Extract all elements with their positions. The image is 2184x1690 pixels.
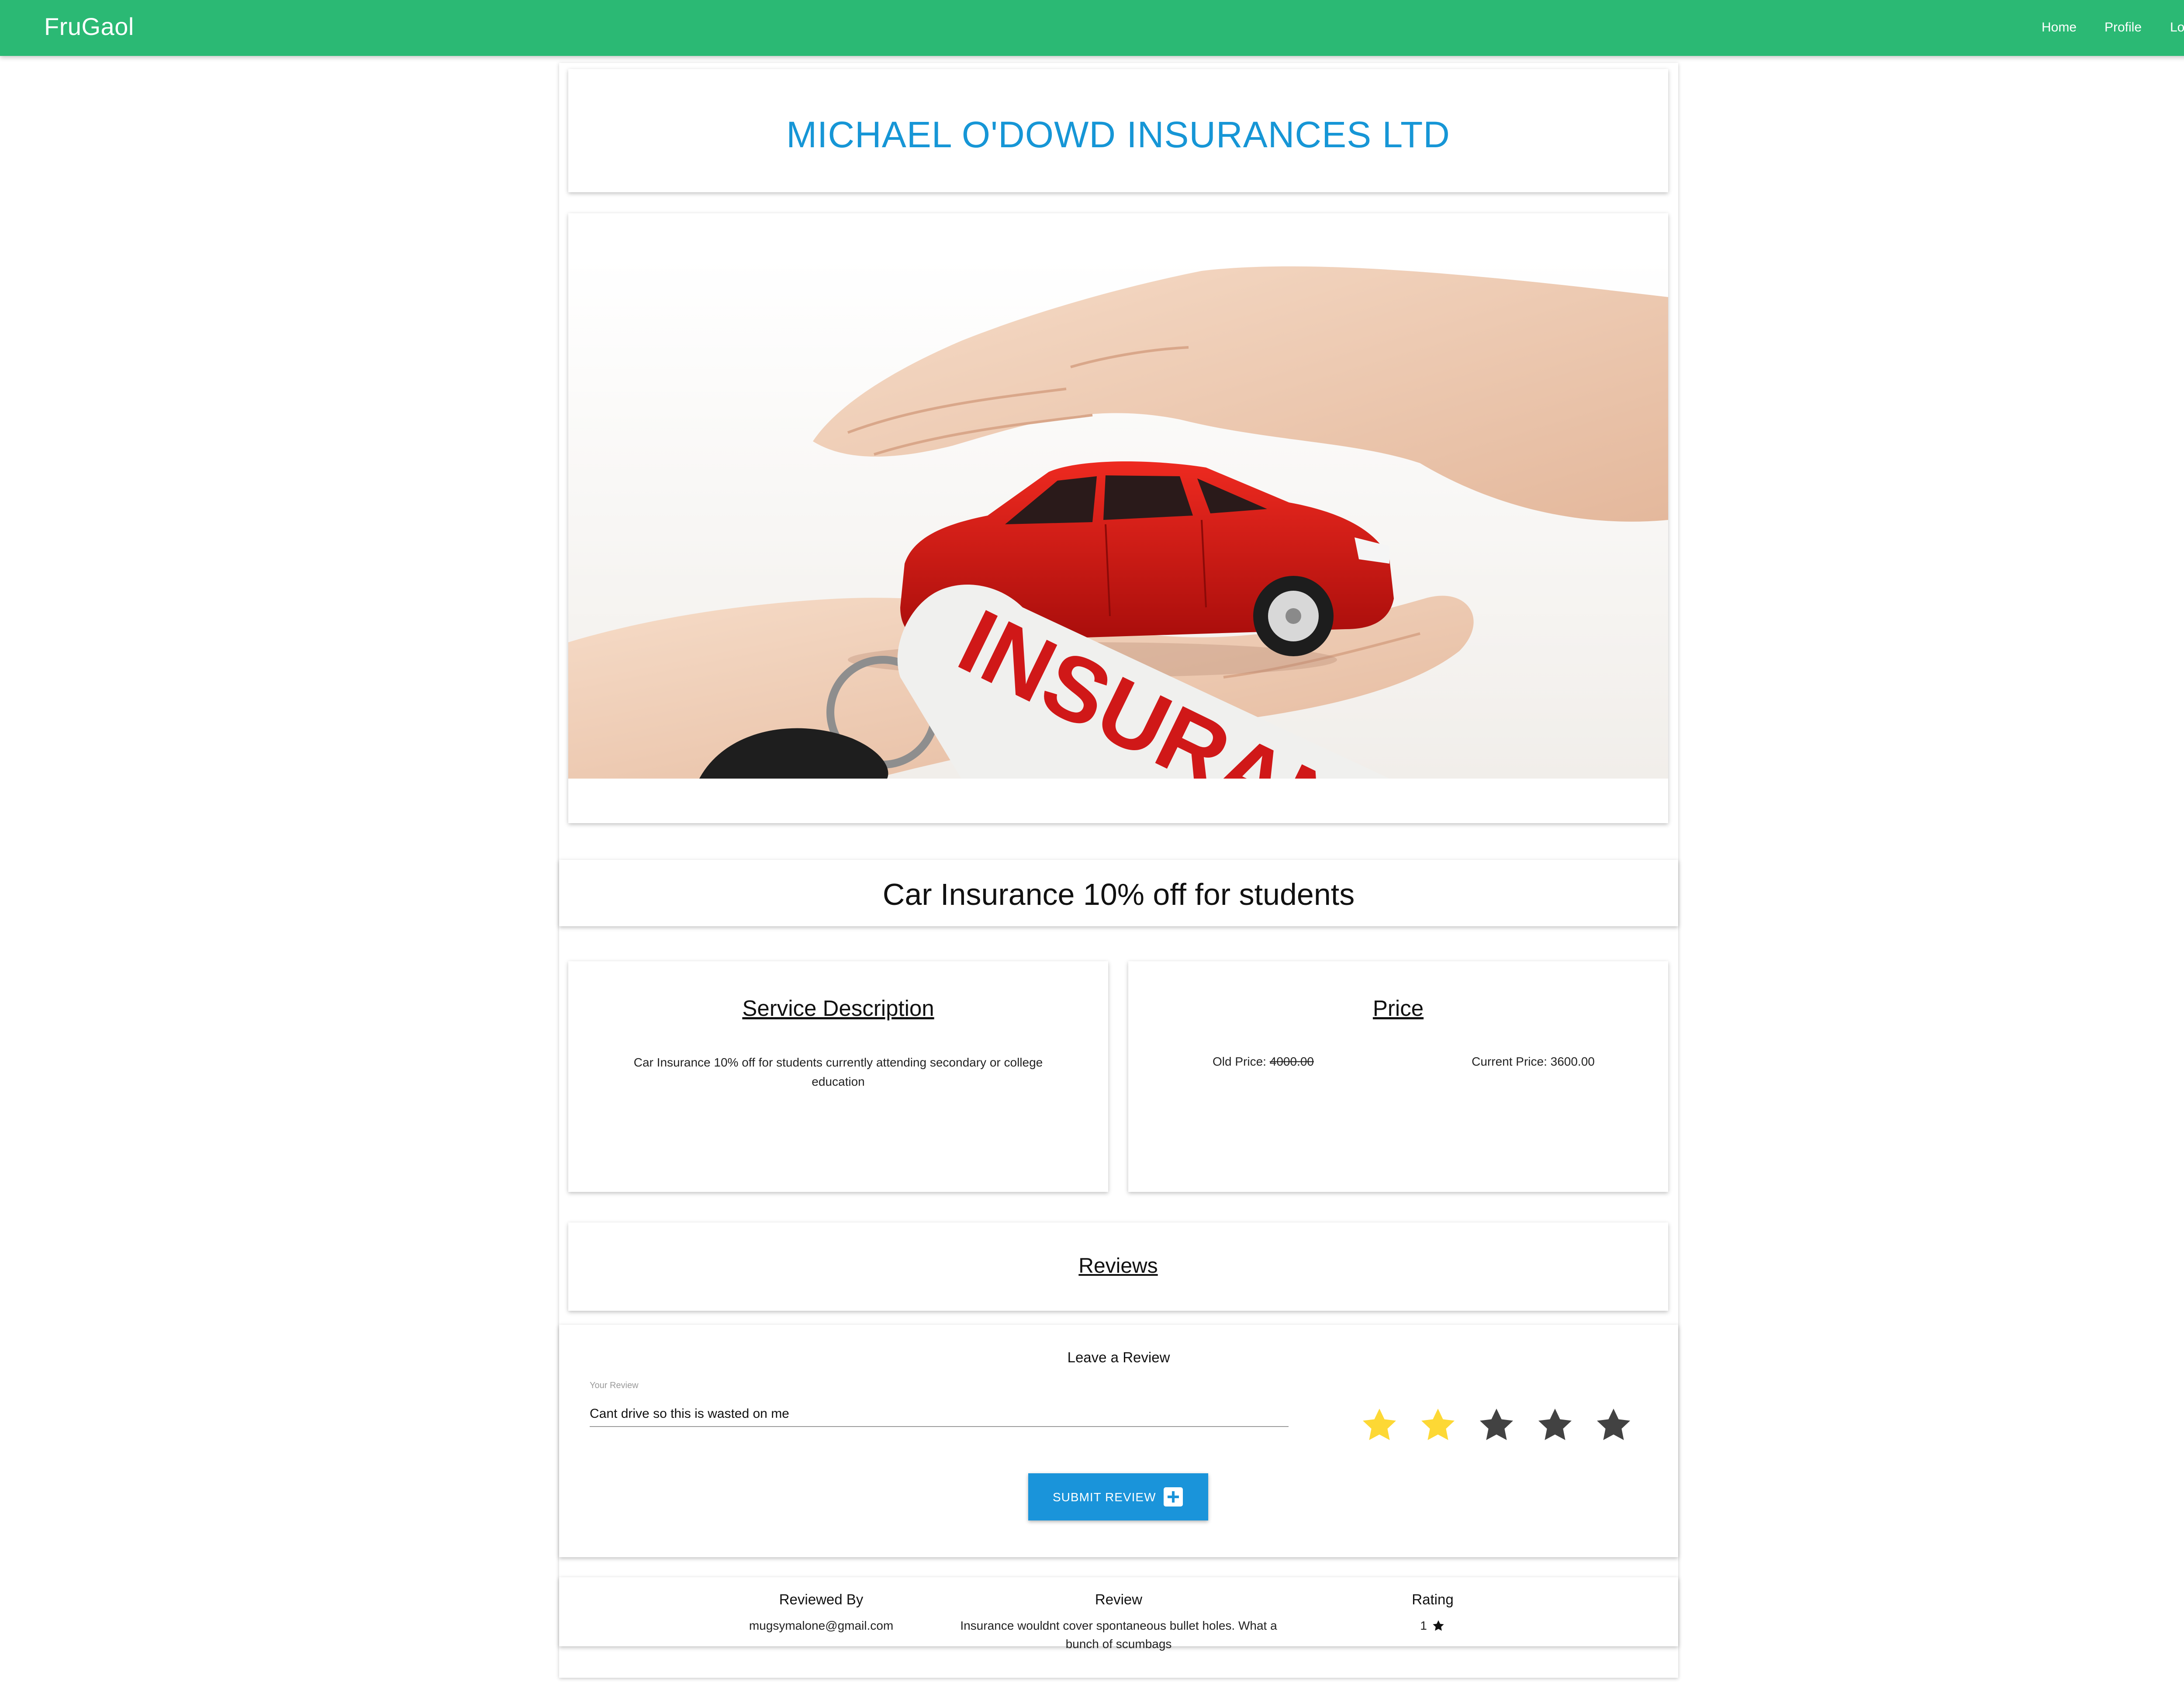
rating-star-1-icon[interactable] bbox=[1358, 1404, 1400, 1446]
row-rating-value: 1 bbox=[1420, 1619, 1427, 1632]
reviews-table: Reviewed By Review Rating mugsymalone@gm… bbox=[559, 1577, 1678, 1651]
current-price-label: Current Price: bbox=[1472, 1055, 1547, 1068]
rating-star-4-icon[interactable] bbox=[1534, 1404, 1576, 1446]
service-image-card: INSURAN bbox=[568, 213, 1668, 823]
old-price-value: 4000.00 bbox=[1269, 1055, 1314, 1068]
rating-star-icon bbox=[1433, 1620, 1444, 1631]
submit-review-button[interactable]: SUBMIT REVIEW bbox=[1028, 1473, 1208, 1520]
app-brand[interactable]: FruGaol bbox=[44, 12, 134, 41]
leave-review-title: Leave a Review bbox=[1067, 1349, 1170, 1365]
service-image: INSURAN bbox=[568, 258, 1668, 779]
rating-star-2-icon[interactable] bbox=[1417, 1404, 1459, 1446]
row-rating: 1 bbox=[1345, 1617, 1520, 1635]
offer-title: Car Insurance 10% off for students bbox=[882, 877, 1355, 911]
service-description-card: Service Description Car Insurance 10% of… bbox=[568, 961, 1108, 1192]
reviews-heading-card: Reviews bbox=[568, 1222, 1668, 1311]
star-rating-selector bbox=[1358, 1404, 1630, 1448]
company-name: MICHAEL O'DOWD INSURANCES LTD bbox=[786, 114, 1450, 155]
leave-review-form: Leave a Review Your Review SUBMIT REVIEW bbox=[559, 1325, 1678, 1557]
service-description-heading: Service Description bbox=[742, 996, 934, 1021]
row-review-text: Insurance wouldnt cover spontaneous bull… bbox=[960, 1619, 1277, 1651]
reviews-heading: Reviews bbox=[1078, 1254, 1158, 1278]
nav-home-link[interactable]: Home bbox=[2042, 20, 2077, 35]
review-input[interactable] bbox=[590, 1402, 1289, 1427]
row-reviewed-by: mugsymalone@gmail.com bbox=[749, 1619, 894, 1632]
service-description-text: Car Insurance 10% off for students curre… bbox=[633, 1056, 1043, 1088]
nav-profile-link[interactable]: Profile bbox=[2105, 20, 2142, 35]
header-review: Review bbox=[1095, 1591, 1143, 1607]
submit-review-label: SUBMIT REVIEW bbox=[1053, 1490, 1156, 1504]
header-rating: Rating bbox=[1412, 1591, 1454, 1607]
current-price-value: 3600.00 bbox=[1550, 1055, 1595, 1068]
plus-square-icon bbox=[1164, 1487, 1183, 1506]
old-price-label: Old Price: bbox=[1213, 1055, 1266, 1068]
old-price: Old Price: 4000.00 bbox=[1128, 1055, 1398, 1069]
nav-logout-link[interactable]: Log Out bbox=[2170, 20, 2184, 35]
header-reviewed-by: Reviewed By bbox=[779, 1591, 864, 1607]
price-heading: Price bbox=[1372, 996, 1424, 1021]
offer-title-card: Car Insurance 10% off for students bbox=[559, 860, 1678, 926]
current-price: Current Price: 3600.00 bbox=[1398, 1055, 1668, 1069]
rating-star-5-icon[interactable] bbox=[1593, 1404, 1635, 1446]
service-detail-panel: MICHAEL O'DOWD INSURANCES LTD INSURAN Ca… bbox=[559, 63, 1678, 1678]
review-field-label: Your Review bbox=[590, 1381, 639, 1390]
price-card: Price Old Price: 4000.00 Current Price: … bbox=[1128, 961, 1668, 1192]
rating-star-3-icon[interactable] bbox=[1476, 1404, 1517, 1446]
company-title-card: MICHAEL O'DOWD INSURANCES LTD bbox=[568, 69, 1668, 192]
top-navbar: FruGaol Home Profile Log Out bbox=[0, 0, 2184, 56]
